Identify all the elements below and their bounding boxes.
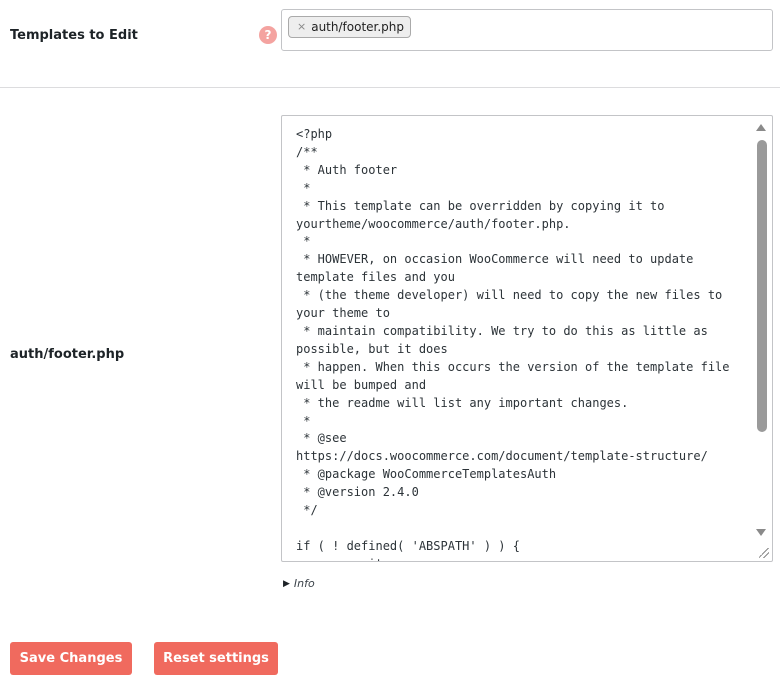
info-toggle[interactable]: ▶ Info [283, 577, 315, 590]
scrollbar-thumb[interactable] [757, 140, 767, 432]
section-divider [0, 87, 780, 88]
templates-label: Templates to Edit [10, 28, 138, 43]
reset-settings-button[interactable]: Reset settings [154, 642, 278, 675]
scroll-down-arrow-icon[interactable] [756, 529, 766, 536]
scroll-up-arrow-icon[interactable] [756, 124, 766, 131]
templates-select[interactable]: × auth/footer.php [281, 9, 773, 51]
file-label: auth/footer.php [10, 347, 125, 362]
info-label: Info [293, 577, 315, 590]
remove-chip-icon[interactable]: × [297, 17, 306, 37]
save-changes-button[interactable]: Save Changes [10, 642, 132, 675]
code-text[interactable]: <?php /** * Auth footer * * This templat… [296, 126, 746, 561]
selected-template-chip: × auth/footer.php [288, 16, 412, 38]
question-icon[interactable]: ? [259, 26, 277, 44]
chip-label: auth/footer.php [311, 20, 405, 34]
code-editor[interactable]: <?php /** * Auth footer * * This templat… [281, 115, 773, 562]
resize-handle-icon[interactable] [759, 548, 769, 558]
triangle-right-icon: ▶ [283, 578, 290, 589]
